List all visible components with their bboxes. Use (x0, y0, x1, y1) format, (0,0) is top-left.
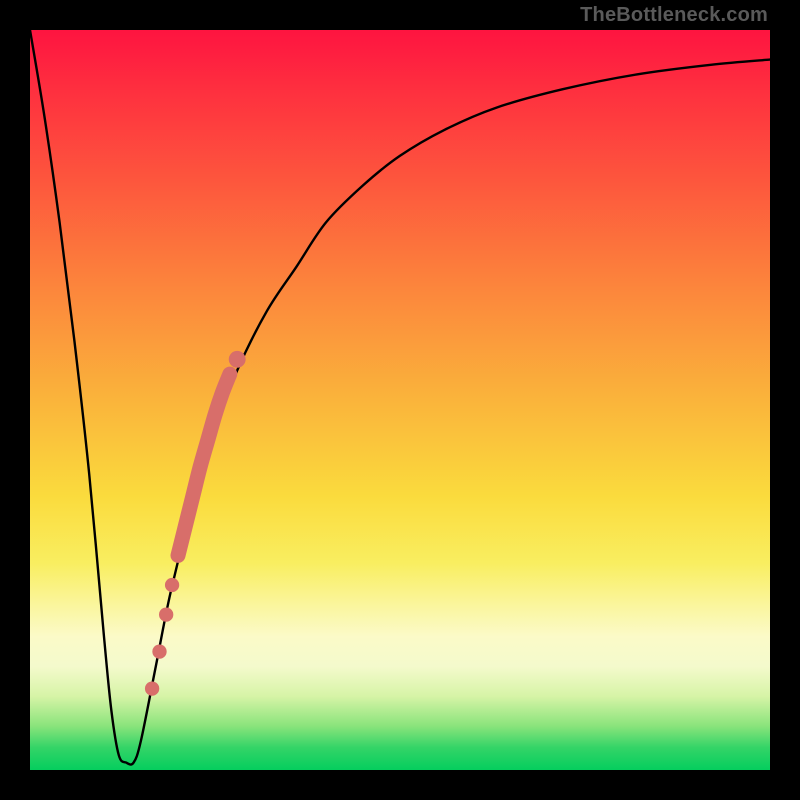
curve-path (30, 30, 770, 765)
watermark-text: TheBottleneck.com (580, 4, 768, 27)
bottleneck-curve (30, 30, 770, 765)
highlight-dot (159, 607, 173, 621)
chart-frame: TheBottleneck.com (0, 0, 800, 800)
highlight-dot (229, 351, 246, 368)
chart-svg (30, 30, 770, 770)
highlight-dot (152, 644, 166, 658)
highlight-dot (165, 578, 179, 592)
plot-area (30, 30, 770, 770)
highlight-dot (145, 681, 159, 695)
highlight-track (178, 374, 230, 555)
